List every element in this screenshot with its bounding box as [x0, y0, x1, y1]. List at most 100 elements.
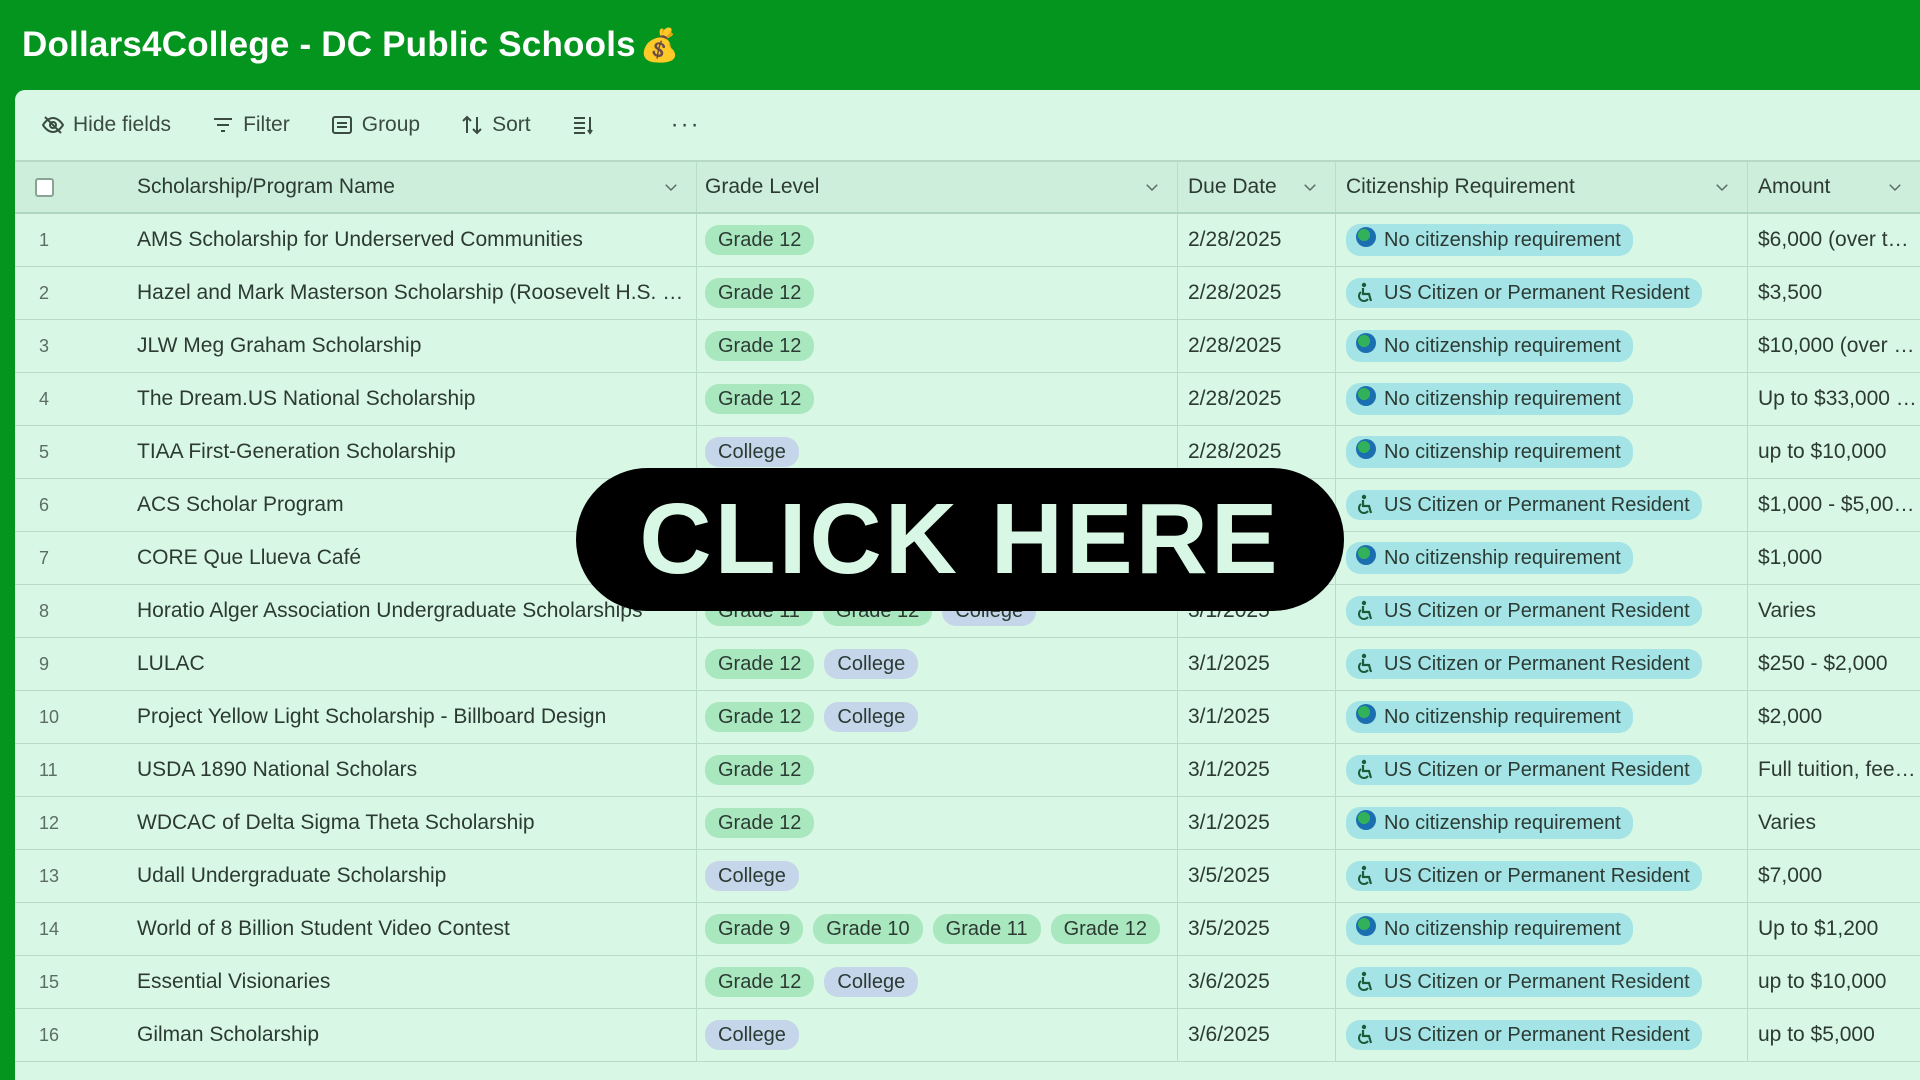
table-row[interactable]: 14 World of 8 Billion Student Video Conte… — [15, 903, 1920, 956]
amount-cell[interactable]: $250 - $2,000 — [1748, 638, 1920, 690]
grade-cell[interactable]: Grade 12 College — [697, 638, 1178, 690]
row-height-button[interactable] — [571, 113, 595, 137]
citizenship-cell[interactable]: US Citizen or Permanent Resident — [1336, 585, 1748, 637]
grade-cell[interactable]: Grade 12 — [697, 320, 1178, 372]
amount-cell[interactable]: Varies — [1748, 797, 1920, 849]
chevron-down-icon[interactable] — [1713, 178, 1731, 196]
amount-cell[interactable]: $10,000 (over four years) — [1748, 320, 1920, 372]
table-row[interactable]: 3 JLW Meg Graham Scholarship Grade 12 2/28/… — [15, 320, 1920, 373]
due-date-cell[interactable]: 3/5/2025 — [1178, 903, 1336, 955]
due-date-cell[interactable]: 3/5/2025 — [1178, 850, 1336, 902]
citizenship-cell[interactable]: US Citizen or Permanent Resident — [1336, 1009, 1748, 1061]
citizenship-cell[interactable]: US Citizen or Permanent Resident — [1336, 267, 1748, 319]
name-cell[interactable]: Hazel and Mark Masterson Scholarship (Ro… — [95, 267, 697, 319]
select-all-checkbox[interactable] — [35, 177, 54, 197]
grade-cell[interactable]: College — [697, 1009, 1178, 1061]
name-cell[interactable]: Essential Visionaries — [95, 956, 697, 1008]
click-here-button[interactable]: CLICK HERE — [576, 468, 1344, 611]
table-row[interactable]: 11 USDA 1890 National Scholars Grade 12 3/1… — [15, 744, 1920, 797]
column-header-amount[interactable]: Amount — [1748, 162, 1920, 212]
citizenship-cell[interactable]: No citizenship requirement — [1336, 373, 1748, 425]
name-cell[interactable]: World of 8 Billion Student Video Contest — [95, 903, 697, 955]
column-header-due[interactable]: Due Date — [1178, 162, 1336, 212]
amount-cell[interactable]: $7,000 — [1748, 850, 1920, 902]
table-row[interactable]: 1 AMS Scholarship for Underserved Communi… — [15, 214, 1920, 267]
grade-cell[interactable]: Grade 12 College — [697, 956, 1178, 1008]
row-number-label: 12 — [39, 812, 60, 833]
due-date-cell[interactable]: 3/1/2025 — [1178, 638, 1336, 690]
citizenship-cell[interactable]: No citizenship requirement — [1336, 691, 1748, 743]
name-cell[interactable]: WDCAC of Delta Sigma Theta Scholarship — [95, 797, 697, 849]
grade-cell[interactable]: College — [697, 850, 1178, 902]
table-row[interactable]: 16 Gilman Scholarship College 3/6/2025 US Ci… — [15, 1009, 1920, 1062]
column-header-name[interactable]: Scholarship/Program Name — [95, 162, 697, 212]
grade-cell[interactable]: Grade 12 — [697, 797, 1178, 849]
sort-button[interactable]: Sort — [460, 113, 531, 137]
grade-cell[interactable]: Grade 12 — [697, 744, 1178, 796]
amount-cell[interactable]: $6,000 (over two years) — [1748, 214, 1920, 266]
due-date-cell[interactable]: 2/28/2025 — [1178, 267, 1336, 319]
name-cell[interactable]: USDA 1890 National Scholars — [95, 744, 697, 796]
table-row[interactable]: 9 LULAC Grade 12 College 3/1/2025 US Citizen … — [15, 638, 1920, 691]
filter-button[interactable]: Filter — [211, 113, 290, 137]
amount-cell[interactable]: $1,000 - $5,000 ... — [1748, 479, 1920, 531]
table-row[interactable]: 15 Essential Visionaries Grade 12 College 3/… — [15, 956, 1920, 1009]
due-date-cell[interactable]: 2/28/2025 — [1178, 214, 1336, 266]
amount-cell[interactable]: $2,000 — [1748, 691, 1920, 743]
grade-cell[interactable]: Grade 12 College — [697, 691, 1178, 743]
amount-cell[interactable]: Varies — [1748, 585, 1920, 637]
table-row[interactable]: 4 The Dream.US National Scholarship Grade … — [15, 373, 1920, 426]
due-date-cell[interactable]: 3/1/2025 — [1178, 691, 1336, 743]
grade-cell[interactable]: Grade 12 — [697, 373, 1178, 425]
citizenship-cell[interactable]: US Citizen or Permanent Resident — [1336, 744, 1748, 796]
citizenship-cell[interactable]: US Citizen or Permanent Resident — [1336, 479, 1748, 531]
citizenship-cell[interactable]: No citizenship requirement — [1336, 797, 1748, 849]
table-row[interactable]: 10 Project Yellow Light Scholarship - Bil… — [15, 691, 1920, 744]
chevron-down-icon[interactable] — [1143, 178, 1161, 196]
table-row[interactable]: 12 WDCAC of Delta Sigma Theta Scholarship… — [15, 797, 1920, 850]
more-options-button[interactable]: ··· — [671, 111, 701, 139]
chevron-down-icon[interactable] — [1886, 178, 1904, 196]
citizenship-cell[interactable]: No citizenship requirement — [1336, 320, 1748, 372]
due-date-cell[interactable]: 3/1/2025 — [1178, 797, 1336, 849]
name-cell[interactable]: Project Yellow Light Scholarship - Billb… — [95, 691, 697, 743]
name-cell[interactable]: AMS Scholarship for Underserved Communit… — [95, 214, 697, 266]
citizenship-cell[interactable]: US Citizen or Permanent Resident — [1336, 638, 1748, 690]
amount-cell[interactable]: up to $5,000 — [1748, 1009, 1920, 1061]
due-date-cell[interactable]: 2/28/2025 — [1178, 373, 1336, 425]
chevron-down-icon[interactable] — [662, 178, 680, 196]
name-cell[interactable]: The Dream.US National Scholarship — [95, 373, 697, 425]
due-date-cell[interactable]: 3/1/2025 — [1178, 744, 1336, 796]
due-date-cell[interactable]: 2/28/2025 — [1178, 320, 1336, 372]
name-cell[interactable]: LULAC — [95, 638, 697, 690]
amount-cell[interactable]: Up to $1,200 — [1748, 903, 1920, 955]
column-header-citizenship[interactable]: Citizenship Requirement — [1336, 162, 1748, 212]
grade-cell[interactable]: Grade 9 Grade 10 Grade 11 Grade 12 — [697, 903, 1178, 955]
amount-cell[interactable]: up to $10,000 — [1748, 426, 1920, 478]
citizenship-cell[interactable]: US Citizen or Permanent Resident — [1336, 956, 1748, 1008]
citizenship-cell[interactable]: US Citizen or Permanent Resident — [1336, 850, 1748, 902]
name-cell[interactable]: Udall Undergraduate Scholarship — [95, 850, 697, 902]
amount-cell[interactable]: Up to $33,000 over... — [1748, 373, 1920, 425]
column-header-grade[interactable]: Grade Level — [697, 162, 1178, 212]
amount-cell[interactable]: $1,000 — [1748, 532, 1920, 584]
name-cell[interactable]: JLW Meg Graham Scholarship — [95, 320, 697, 372]
due-date-cell[interactable]: 3/6/2025 — [1178, 1009, 1336, 1061]
table-row[interactable]: 13 Udall Undergraduate Scholarship College… — [15, 850, 1920, 903]
name-cell[interactable]: Gilman Scholarship — [95, 1009, 697, 1061]
amount-cell[interactable]: Full tuition, fees,... — [1748, 744, 1920, 796]
amount-cell[interactable]: up to $10,000 — [1748, 956, 1920, 1008]
name-cell[interactable]: TIAA First-Generation Scholarship — [95, 426, 697, 478]
citizenship-cell[interactable]: No citizenship requirement — [1336, 214, 1748, 266]
table-row[interactable]: 2 Hazel and Mark Masterson Scholarship (R… — [15, 267, 1920, 320]
citizenship-cell[interactable]: No citizenship requirement — [1336, 426, 1748, 478]
grade-cell[interactable]: Grade 12 — [697, 214, 1178, 266]
amount-cell[interactable]: $3,500 — [1748, 267, 1920, 319]
grade-cell[interactable]: Grade 12 — [697, 267, 1178, 319]
chevron-down-icon[interactable] — [1301, 178, 1319, 196]
group-button[interactable]: Group — [330, 113, 420, 137]
citizenship-cell[interactable]: No citizenship requirement — [1336, 532, 1748, 584]
due-date-cell[interactable]: 3/6/2025 — [1178, 956, 1336, 1008]
hide-fields-button[interactable]: Hide fields — [41, 113, 171, 137]
citizenship-cell[interactable]: No citizenship requirement — [1336, 903, 1748, 955]
